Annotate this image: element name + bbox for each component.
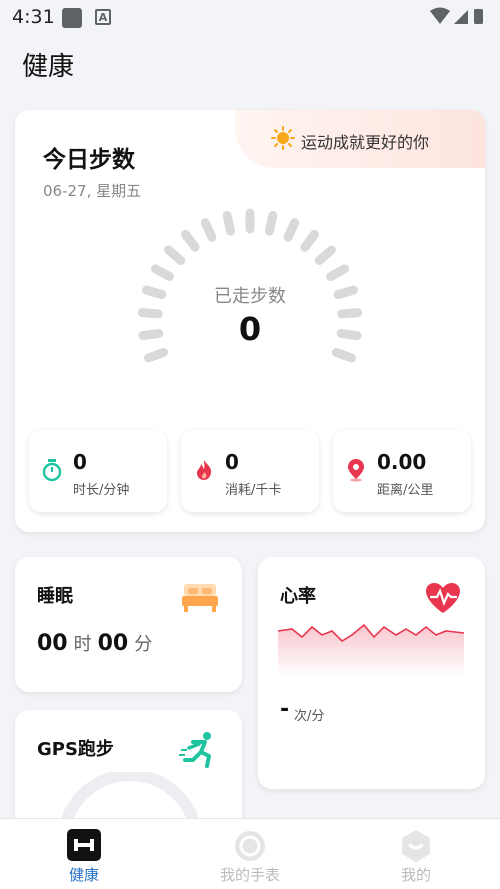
heart-rate-card[interactable]: 心率 - 次/分 — [258, 557, 485, 789]
metric-duration-label: 时长/分钟 — [73, 483, 130, 498]
gauge-tick — [150, 264, 174, 282]
motto-banner: 运动成就更好的你 — [235, 110, 485, 168]
sun-icon — [271, 126, 295, 150]
stopwatch-icon — [42, 459, 62, 482]
notification-icon — [62, 8, 82, 28]
nav-label-health: 健康 — [68, 866, 99, 884]
status-bar: 4:31 A — [0, 0, 500, 32]
metric-distance-value: 0.00 — [377, 450, 427, 474]
nav-item-my-watch[interactable]: 我的手表 — [190, 819, 310, 889]
metric-duration[interactable]: 0 时长/分钟 — [29, 430, 167, 512]
sleep-duration: 00 时 00 分 — [37, 630, 158, 656]
heart-rate-waveform — [278, 623, 464, 677]
profile-icon — [402, 830, 430, 862]
motto-text: 运动成就更好的你 — [301, 133, 430, 152]
steps-title: 今日步数 — [43, 147, 135, 173]
gauge-tick — [200, 218, 217, 242]
status-time: 4:31 — [12, 6, 55, 28]
steps-card[interactable]: 运动成就更好的你 今日步数 06-27, 星期五 已走步数 0 0 时长/分钟 … — [15, 110, 485, 532]
gps-run-title: GPS跑步 — [37, 739, 114, 760]
metric-calories[interactable]: 0 消耗/千卡 — [181, 430, 319, 512]
heart-rate-title: 心率 — [280, 586, 316, 607]
gauge-tick — [181, 229, 200, 252]
gauge-tick — [164, 245, 186, 266]
gauge-tick — [331, 347, 356, 363]
sleep-minute-unit: 分 — [134, 634, 153, 655]
metric-duration-value: 0 — [73, 450, 87, 474]
battery-icon — [474, 9, 483, 24]
status-icons — [428, 6, 488, 30]
gauge-tick — [222, 210, 236, 236]
nav-label-my-watch: 我的手表 — [219, 866, 280, 884]
heart-icon — [426, 583, 460, 613]
page-title: 健康 — [22, 52, 75, 82]
signal-icon — [454, 10, 468, 24]
watch-icon — [235, 831, 265, 861]
sleep-minutes: 00 — [97, 631, 129, 656]
steps-count: 0 — [238, 310, 262, 348]
metric-calories-label: 消耗/千卡 — [225, 483, 282, 498]
heart-rate-value: - — [280, 697, 290, 722]
sleep-card[interactable]: 睡眠 00 时 00 分 — [15, 557, 242, 692]
wifi-icon — [430, 7, 450, 24]
location-pin-icon — [348, 459, 364, 482]
metric-distance[interactable]: 0.00 距离/公里 — [333, 430, 471, 512]
gauge-tick — [144, 347, 169, 363]
bottom-nav: 健康 我的手表 我的 — [0, 818, 500, 889]
metric-calories-value: 0 — [225, 450, 239, 474]
gauge-tick — [314, 245, 336, 266]
app-notification-icon: A — [95, 9, 111, 25]
gauge-tick — [264, 210, 278, 236]
heart-rate-unit: 次/分 — [294, 709, 325, 724]
bed-icon — [182, 584, 218, 612]
nav-item-me[interactable]: 我的 — [356, 819, 476, 889]
sleep-hour-unit: 时 — [73, 634, 92, 655]
steps-date: 06-27, 星期五 — [43, 182, 142, 200]
metric-distance-label: 距离/公里 — [377, 483, 434, 498]
gps-run-card[interactable]: GPS跑步 — [15, 710, 242, 830]
sleep-title: 睡眠 — [37, 586, 73, 607]
gauge-tick — [300, 229, 319, 252]
gauge-tick — [283, 218, 300, 242]
dumbbell-icon — [67, 829, 101, 861]
flame-icon — [197, 460, 212, 480]
nav-label-me: 我的 — [400, 866, 431, 884]
gauge-tick — [326, 264, 350, 282]
steps-walked-label: 已走步数 — [214, 286, 286, 307]
nav-item-health[interactable]: 健康 — [24, 819, 144, 889]
running-icon — [179, 732, 211, 768]
sleep-hours: 00 — [37, 631, 68, 656]
